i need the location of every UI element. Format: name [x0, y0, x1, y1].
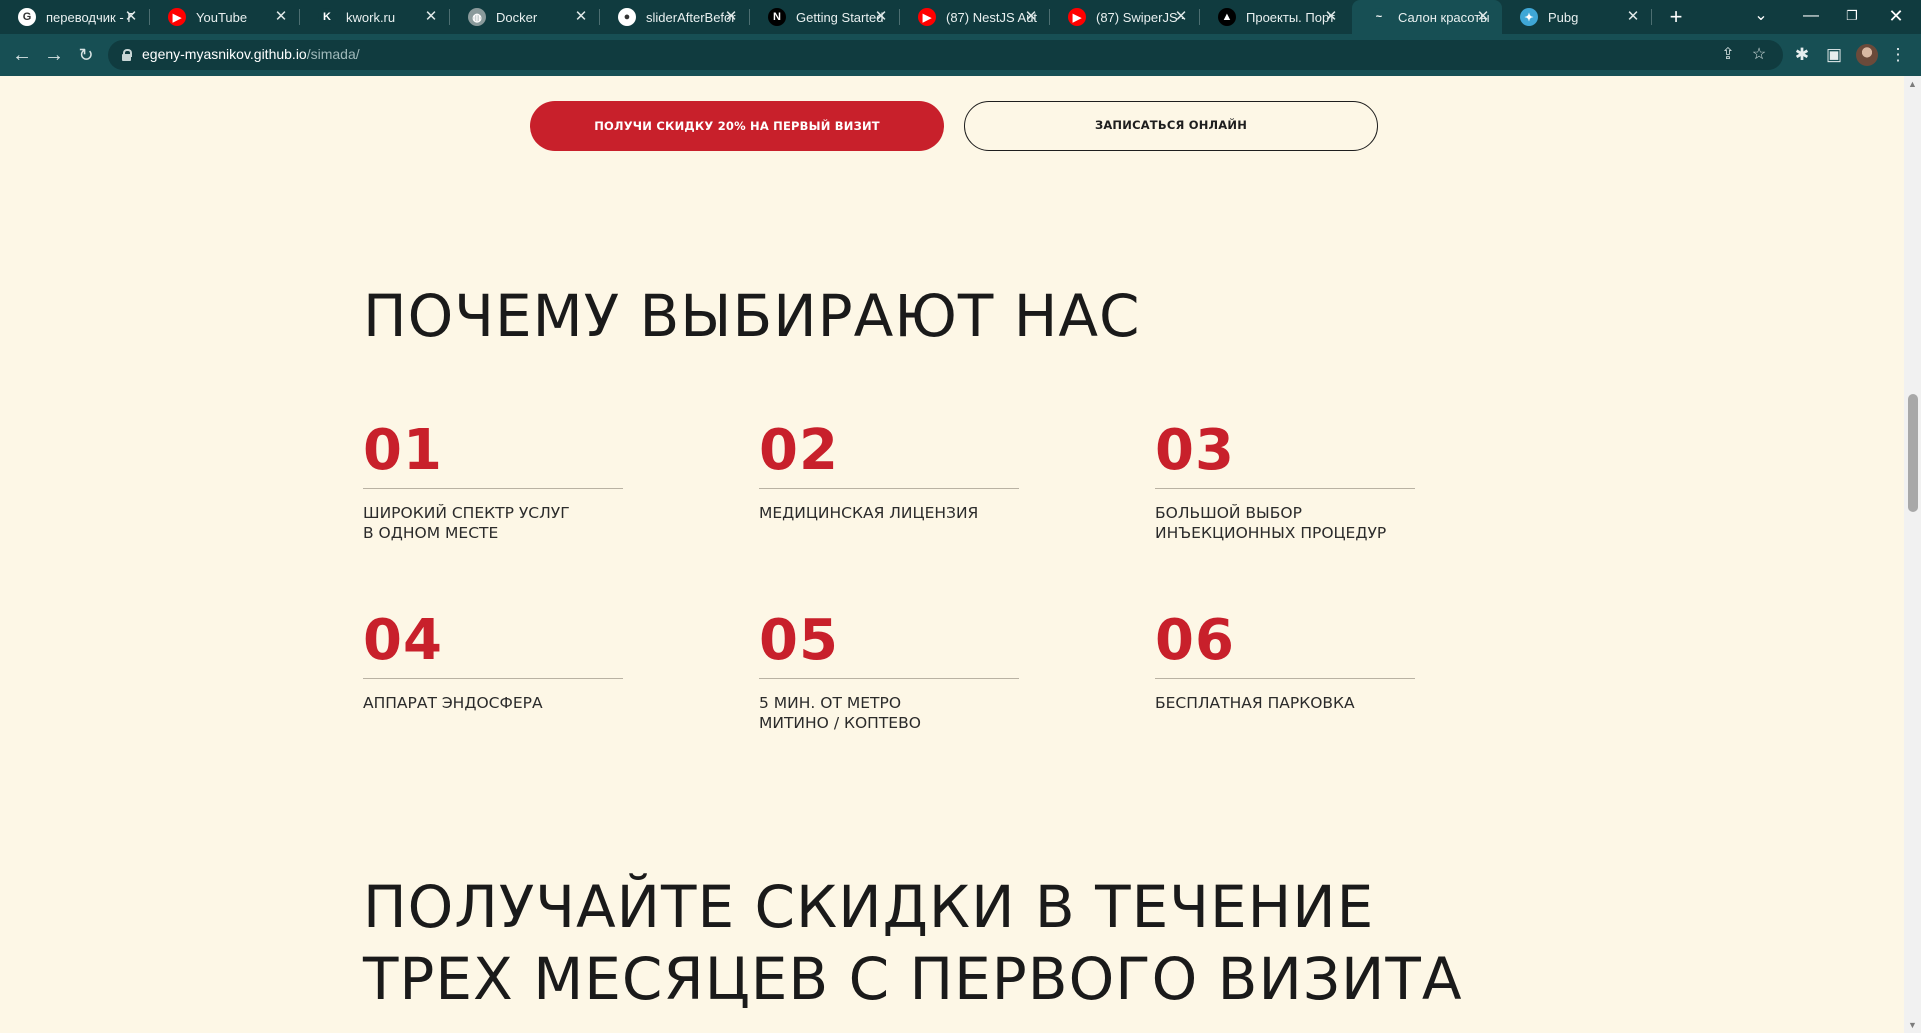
tab-strip: Gпереводчик - Г ✕ ▶ YouTube ✕ Kkwork.ru ✕ ◍ Dock…	[0, 0, 1921, 34]
share-icon[interactable]: ⇪	[1717, 44, 1739, 66]
profile-avatar[interactable]	[1856, 44, 1878, 66]
globe-icon: ◍	[468, 8, 486, 26]
browser-tab[interactable]: ▶ (87) SwiperJS - ✕	[1050, 0, 1200, 34]
restore-button[interactable]: ❐	[1827, 0, 1877, 34]
feature-divider	[363, 488, 623, 489]
salon-icon: ~	[1370, 8, 1388, 26]
feature-divider	[759, 678, 1019, 679]
youtube-icon: ▶	[168, 8, 186, 26]
url-path: /simada/	[306, 46, 360, 62]
discount-section-title: ПОЛУЧАЙТЕ СКИДКИ В ТЕЧЕНИЕ ТРЕХ МЕСЯЦЕВ …	[363, 871, 1463, 1015]
feature-item: 01 ШИРОКИЙ СПЕКТР УСЛУГ В ОДНОМ МЕСТЕ	[363, 421, 623, 543]
tab-close-icon[interactable]: ✕	[272, 8, 290, 26]
close-window-button[interactable]: ✕	[1871, 0, 1921, 34]
youtube-icon: ▶	[1068, 8, 1086, 26]
book-online-button[interactable]: ЗАПИСАТЬСЯ ОНЛАЙН	[964, 101, 1378, 151]
tab-close-icon[interactable]: ✕	[1624, 8, 1642, 26]
kwork-icon: K	[318, 8, 336, 26]
browser-tab[interactable]: ● sliderAfterBefor ✕	[600, 0, 750, 34]
browser-tab[interactable]: ~ Салон красоты ✕	[1352, 0, 1502, 34]
feature-item: 04 АППАРАТ ЭНДОСФЕРА	[363, 611, 623, 713]
discount-title-line-2: ТРЕХ МЕСЯЦЕВ С ПЕРВОГО ВИЗИТА	[363, 945, 1463, 1013]
browser-tab[interactable]: Gпереводчик - Г ✕	[0, 0, 150, 34]
bookmark-star-icon[interactable]: ☆	[1748, 44, 1770, 66]
tab-close-icon[interactable]: ✕	[422, 8, 440, 26]
feature-number: 05	[759, 608, 839, 673]
nextjs-icon: N	[768, 8, 786, 26]
tab-close-icon[interactable]: ✕	[872, 8, 890, 26]
tab-close-icon[interactable]: ✕	[1172, 8, 1190, 26]
browser-tab[interactable]: ▲ Проекты. Порт ✕	[1200, 0, 1350, 34]
feature-divider	[363, 678, 623, 679]
browser-tab[interactable]: ▶ YouTube ✕	[150, 0, 300, 34]
browser-tab[interactable]: ▶ (87) NestJS Aut ✕	[900, 0, 1050, 34]
feature-text: 5 МИН. ОТ МЕТРО МИТИНО / КОПТЕВО	[759, 694, 921, 732]
google-icon: G	[18, 8, 36, 26]
scroll-down-arrow-icon[interactable]: ▼	[1904, 1017, 1921, 1033]
browser-tab[interactable]: N Getting Started ✕	[750, 0, 900, 34]
browser-tab[interactable]: Kkwork.ru ✕	[300, 0, 450, 34]
address-bar[interactable]: egeny-myasnikov.github.io/simada/ ⇪ ☆	[108, 40, 1783, 70]
discount-button[interactable]: ПОЛУЧИ СКИДКУ 20% НА ПЕРВЫЙ ВИЗИТ	[530, 101, 944, 151]
feature-text: МЕДИЦИНСКАЯ ЛИЦЕНЗИЯ	[759, 504, 979, 522]
feature-text: БОЛЬШОЙ ВЫБОР ИНЪЕКЦИОННЫХ ПРОЦЕДУР	[1155, 504, 1387, 542]
back-icon[interactable]: ←	[8, 41, 36, 69]
browser-toolbar: ← → ↻ egeny-myasnikov.github.io/simada/ …	[0, 34, 1921, 76]
feature-number: 04	[363, 608, 443, 673]
tab-close-icon[interactable]: ✕	[122, 8, 140, 26]
tab-close-icon[interactable]: ✕	[722, 8, 740, 26]
tab-close-icon[interactable]: ✕	[1022, 8, 1040, 26]
discount-title-line-1: ПОЛУЧАЙТЕ СКИДКИ В ТЕЧЕНИЕ	[363, 873, 1375, 941]
feature-divider	[1155, 488, 1415, 489]
browser-tab[interactable]: ✦ Pubg ✕	[1502, 0, 1652, 34]
feature-number: 01	[363, 418, 443, 483]
extensions-icon[interactable]: ✱	[1790, 43, 1814, 67]
browser-tab[interactable]: ◍ Docker ✕	[450, 0, 600, 34]
youtube-icon: ▶	[918, 8, 936, 26]
feature-item: 05 5 МИН. ОТ МЕТРО МИТИНО / КОПТЕВО	[759, 611, 1019, 733]
feature-number: 06	[1155, 608, 1235, 673]
new-tab-button[interactable]: +	[1662, 3, 1690, 31]
why-us-title: ПОЧЕМУ ВЫБИРАЮТ НАС	[363, 282, 1141, 350]
side-panel-icon[interactable]: ▣	[1822, 43, 1846, 67]
menu-kebab-icon[interactable]: ⋮	[1886, 43, 1910, 67]
feature-number: 03	[1155, 418, 1235, 483]
pubg-icon: ✦	[1520, 8, 1538, 26]
tab-close-icon[interactable]: ✕	[572, 8, 590, 26]
feature-item: 02 МЕДИЦИНСКАЯ ЛИЦЕНЗИЯ	[759, 421, 1019, 523]
tab-close-icon[interactable]: ✕	[1474, 8, 1492, 26]
reload-icon[interactable]: ↻	[72, 41, 100, 69]
tab-search-icon[interactable]: ⌄	[1736, 0, 1786, 34]
feature-number: 02	[759, 418, 839, 483]
scroll-up-arrow-icon[interactable]: ▲	[1904, 76, 1921, 92]
triangle-icon: ▲	[1218, 8, 1236, 26]
tab-close-icon[interactable]: ✕	[1322, 8, 1340, 26]
feature-text: БЕСПЛАТНАЯ ПАРКОВКА	[1155, 694, 1355, 712]
page-content: ПОЛУЧИ СКИДКУ 20% НА ПЕРВЫЙ ВИЗИТ ЗАПИСА…	[0, 76, 1904, 1033]
url-host: egeny-myasnikov.github.io	[142, 46, 307, 62]
scrollbar-thumb[interactable]	[1908, 394, 1918, 512]
feature-item: 06 БЕСПЛАТНАЯ ПАРКОВКА	[1155, 611, 1415, 713]
forward-icon[interactable]: →	[40, 41, 68, 69]
feature-divider	[1155, 678, 1415, 679]
lock-icon[interactable]	[122, 49, 132, 61]
feature-text: АППАРАТ ЭНДОСФЕРА	[363, 694, 543, 712]
feature-item: 03 БОЛЬШОЙ ВЫБОР ИНЪЕКЦИОННЫХ ПРОЦЕДУР	[1155, 421, 1415, 543]
github-icon: ●	[618, 8, 636, 26]
feature-divider	[759, 488, 1019, 489]
feature-text: ШИРОКИЙ СПЕКТР УСЛУГ В ОДНОМ МЕСТЕ	[363, 504, 570, 542]
url-text[interactable]: egeny-myasnikov.github.io/simada/	[142, 46, 360, 62]
page-scrollbar[interactable]: ▲ ▼	[1904, 76, 1921, 1033]
